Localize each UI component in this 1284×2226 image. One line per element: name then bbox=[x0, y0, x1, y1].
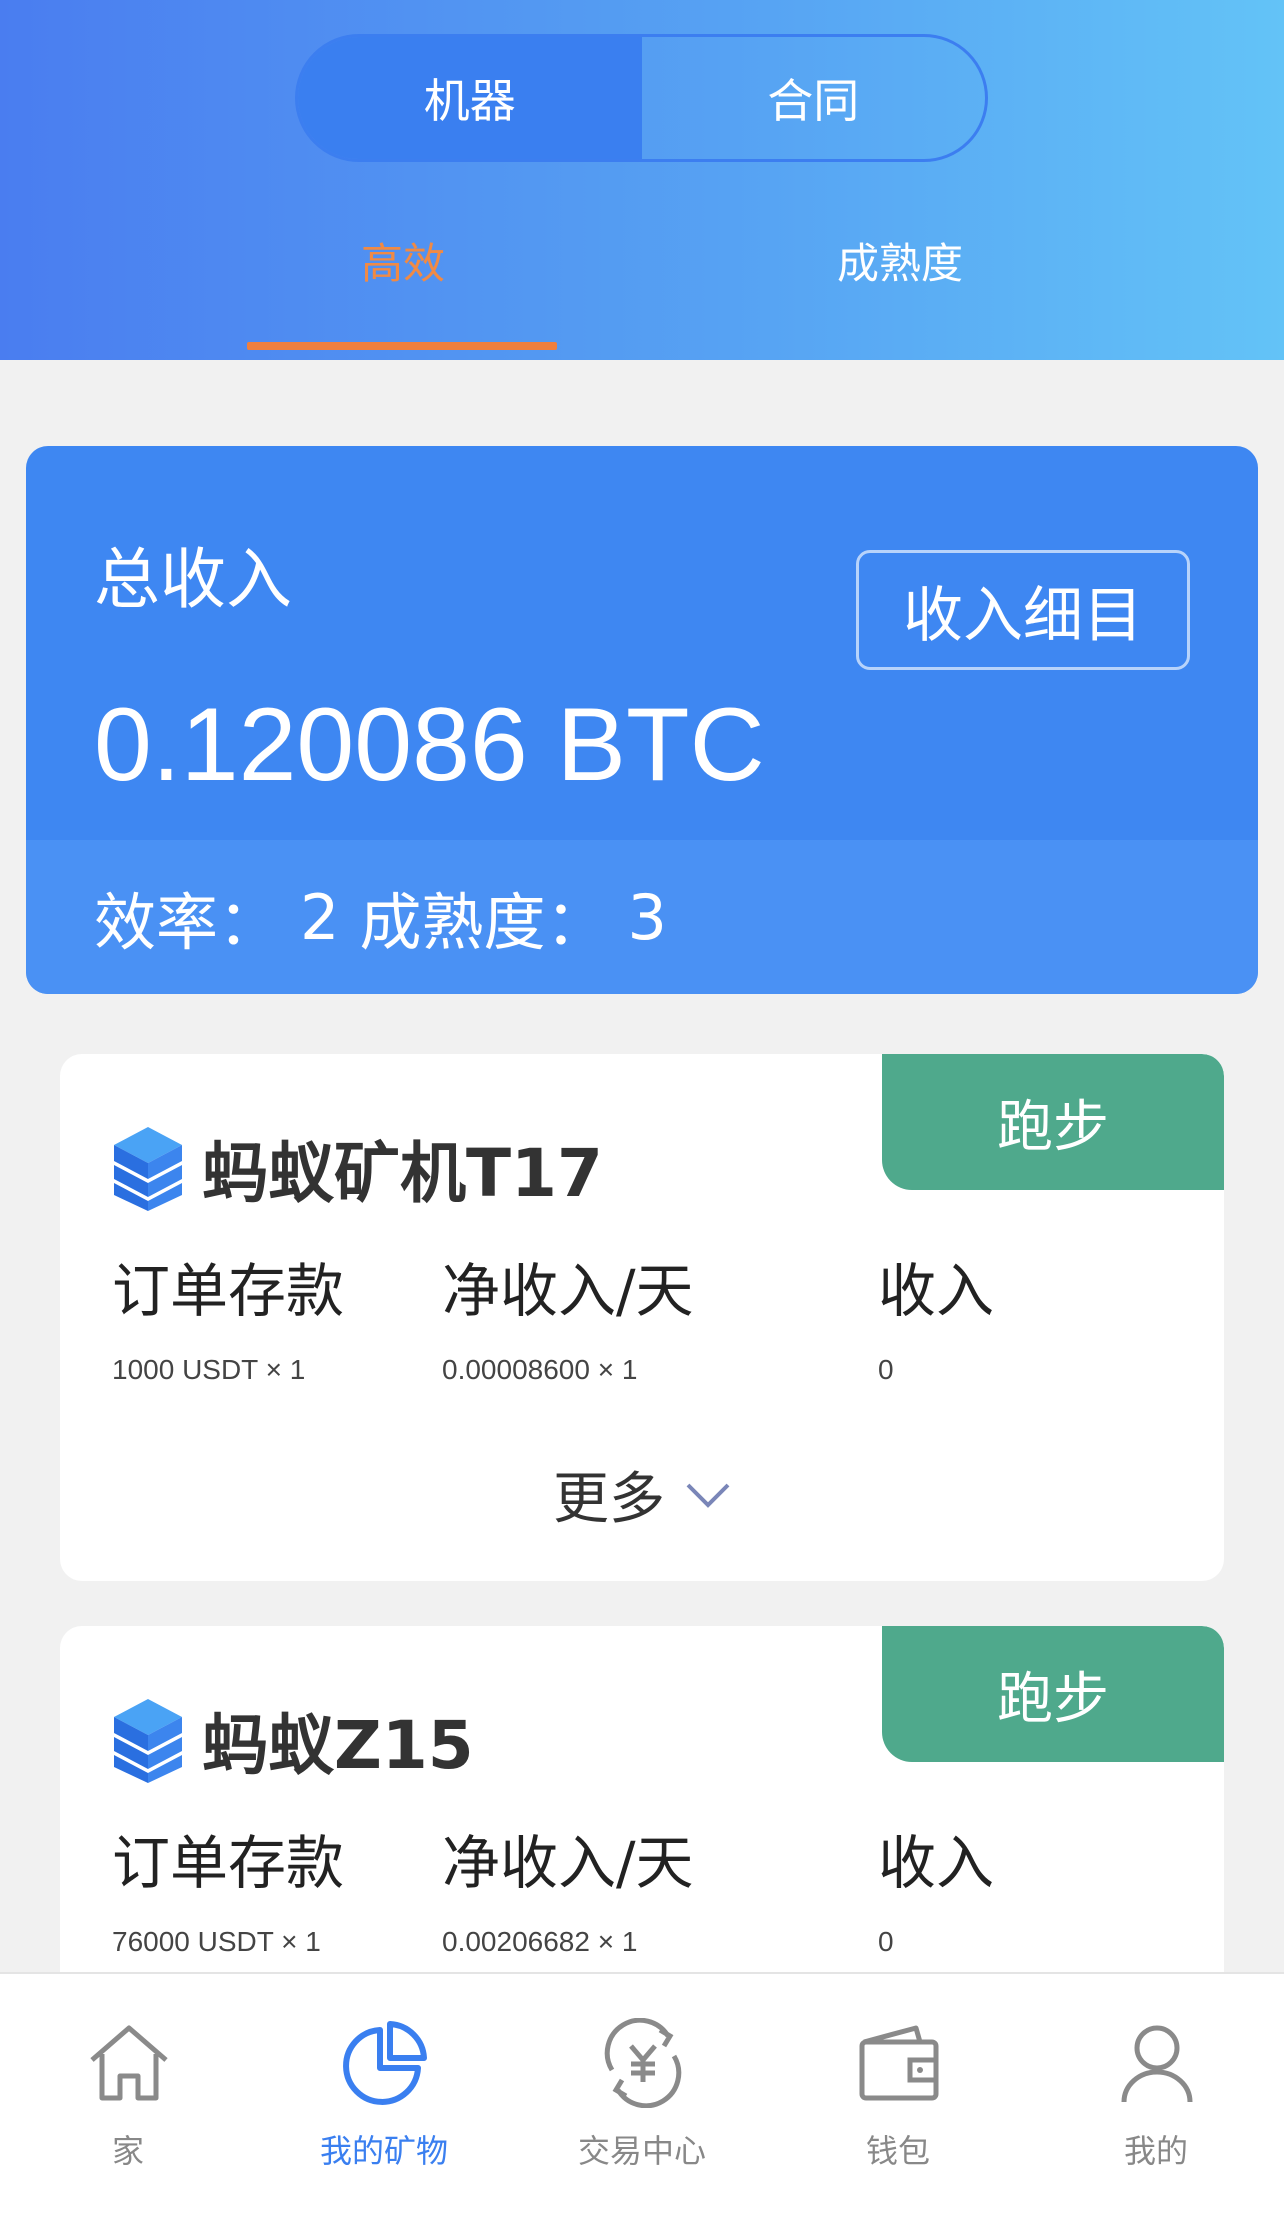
card-columns: 订单存款 净收入/天 收入 1000 USDT × 1 0.00008600 ×… bbox=[112, 1244, 1212, 1385]
card-columns: 订单存款 净收入/天 收入 76000 USDT × 1 0.00206682 … bbox=[112, 1816, 1212, 1957]
col-deposit-header: 订单存款 bbox=[112, 1829, 345, 1897]
income-summary-card: 总收入 收入细目 0.120086 BTC 效率： 2 成熟度： 3 bbox=[26, 446, 1258, 994]
summary-title: 总收入 bbox=[94, 541, 292, 618]
col-net-header: 净收入/天 bbox=[442, 1257, 694, 1325]
segment-control: 机器 合同 bbox=[295, 34, 988, 162]
income-detail-button[interactable]: 收入细目 bbox=[856, 550, 1190, 670]
header: 机器 合同 高效 成熟度 bbox=[0, 0, 1284, 360]
tab-efficient[interactable]: 高效 bbox=[243, 230, 563, 291]
segment-contract[interactable]: 合同 bbox=[642, 37, 986, 159]
tab-exchange[interactable]: 交易中心 bbox=[514, 1974, 770, 2226]
tab-my-mining[interactable]: 我的矿物 bbox=[256, 1974, 512, 2226]
server-icon bbox=[114, 1699, 182, 1783]
col-net-header: 净收入/天 bbox=[442, 1829, 694, 1897]
miner-card[interactable]: 跑步 蚂蚁矿机T17 订单存款 净收入/天 收入 1000 USDT × 1 0… bbox=[60, 1054, 1224, 1581]
col-income-header: 收入 bbox=[878, 1829, 995, 1897]
summary-footer: 效率： 2 成熟度： 3 bbox=[26, 840, 1258, 994]
card-title: 蚂蚁Z15 bbox=[110, 1692, 474, 1788]
card-title: 蚂蚁矿机T17 bbox=[110, 1120, 603, 1216]
bottom-tab-bar: 家 我的矿物 交易中心 钱包 我的 bbox=[0, 1972, 1284, 2226]
chevron-down-icon bbox=[686, 1483, 730, 1508]
tab-home[interactable]: 家 bbox=[0, 1974, 256, 2226]
home-icon bbox=[90, 2025, 168, 2101]
tab-wallet-label: 钱包 bbox=[865, 2132, 930, 2170]
tab-wallet[interactable]: 钱包 bbox=[770, 1974, 1026, 2226]
income-value: 0 bbox=[878, 1354, 894, 1385]
more-button[interactable]: 更多 bbox=[60, 1454, 1224, 1535]
col-income-header: 收入 bbox=[878, 1257, 995, 1325]
wallet-icon bbox=[859, 2025, 939, 2101]
tab-mine-label: 我的 bbox=[1123, 2132, 1188, 2170]
miner-card[interactable]: 跑步 蚂蚁Z15 订单存款 净收入/天 收入 76000 USDT × 1 0.… bbox=[60, 1626, 1224, 2026]
more-label: 更多 bbox=[553, 1467, 665, 1532]
status-badge: 跑步 bbox=[882, 1054, 1224, 1190]
subtabs: 高效 成熟度 bbox=[0, 230, 1284, 360]
pie-chart-icon bbox=[343, 2021, 427, 2105]
income-value: 0 bbox=[878, 1926, 894, 1957]
tab-my-mining-label: 我的矿物 bbox=[319, 2132, 448, 2170]
tab-exchange-label: 交易中心 bbox=[577, 2132, 706, 2170]
tab-maturity[interactable]: 成熟度 bbox=[740, 230, 1060, 291]
total-income-value: 0.120086 BTC bbox=[94, 687, 765, 803]
maturity-value: 3 bbox=[627, 880, 667, 954]
segment-machine[interactable]: 机器 bbox=[298, 37, 642, 159]
tab-indicator bbox=[247, 342, 557, 350]
net-value: 0.00008600 × 1 bbox=[442, 1354, 638, 1385]
deposit-value: 1000 USDT × 1 bbox=[112, 1354, 306, 1385]
col-deposit-header: 订单存款 bbox=[112, 1257, 345, 1325]
status-badge: 跑步 bbox=[882, 1626, 1224, 1762]
deposit-value: 76000 USDT × 1 bbox=[112, 1926, 321, 1957]
efficiency-value: 2 bbox=[300, 880, 340, 954]
yuan-exchange-icon bbox=[604, 2018, 682, 2108]
efficiency-label: 效率： bbox=[94, 886, 281, 959]
user-icon bbox=[1121, 2025, 1193, 2103]
tab-home-label: 家 bbox=[111, 2132, 144, 2170]
miner-name: 蚂蚁Z15 bbox=[202, 1707, 474, 1784]
tab-mine[interactable]: 我的 bbox=[1028, 1974, 1284, 2226]
net-value: 0.00206682 × 1 bbox=[442, 1926, 638, 1957]
maturity-label: 成熟度： bbox=[359, 886, 608, 959]
miner-name: 蚂蚁矿机T17 bbox=[202, 1135, 603, 1212]
server-icon bbox=[114, 1127, 182, 1211]
